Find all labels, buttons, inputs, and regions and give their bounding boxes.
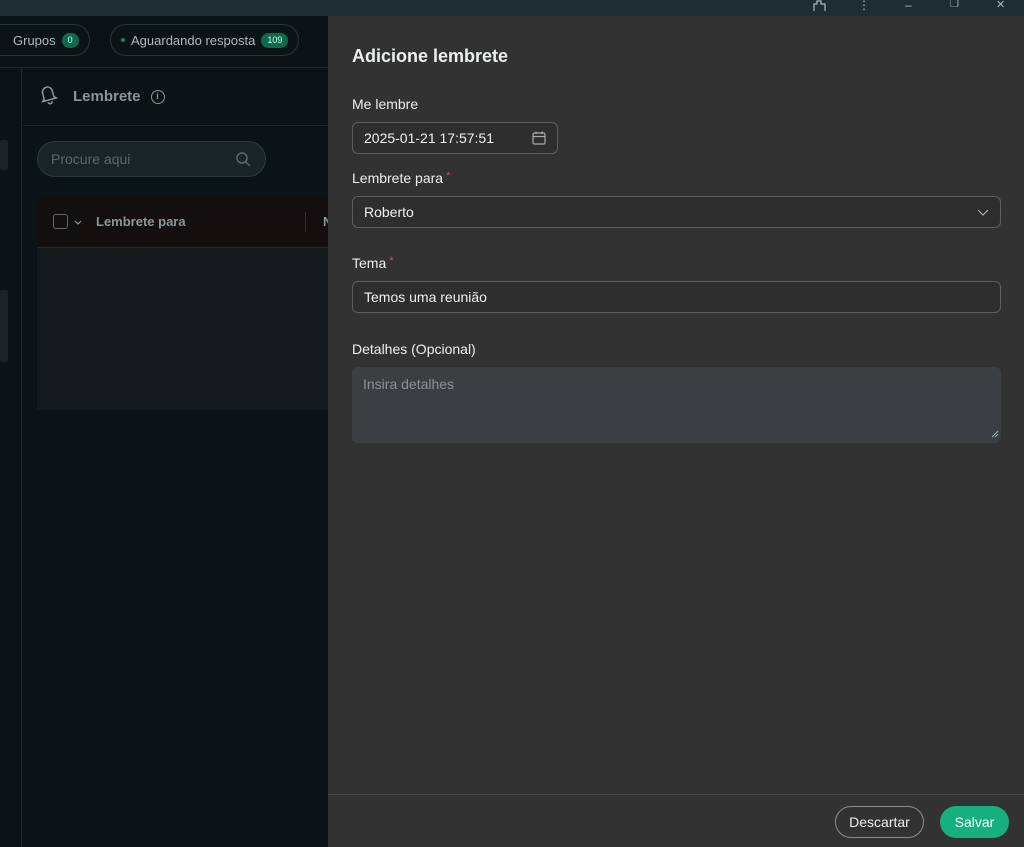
required-mark: *	[446, 170, 451, 182]
chip-groups-count: 0	[61, 32, 79, 48]
topic-label: Tema *	[352, 255, 394, 271]
drawer-title: Adicione lembrete	[352, 46, 509, 66]
remind-me-date-picker[interactable]: 2025-01-21 17:57:51	[352, 122, 558, 154]
chip-groups-label: Grupos	[13, 32, 56, 48]
chevron-down-icon[interactable]	[976, 205, 990, 222]
background-search-placeholder: Procure aqui	[51, 151, 131, 167]
reminder-panel-header: Lembrete i	[23, 68, 328, 126]
details-label: Detalhes (Opcional)	[352, 341, 476, 357]
resize-handle-icon[interactable]	[991, 425, 999, 441]
bell-icon	[37, 83, 59, 110]
reminder-for-label-text: Lembrete para	[352, 170, 444, 186]
filter-chips-bar: Grupos 0 Aguardando resposta 109	[0, 16, 328, 68]
details-textarea[interactable]: Insira detalhes	[352, 367, 1001, 443]
search-icon	[235, 151, 251, 170]
calendar-icon[interactable]	[532, 131, 546, 148]
topic-label-text: Tema	[352, 255, 387, 271]
more-options-icon[interactable]: ⋮	[858, 0, 870, 16]
required-mark: *	[389, 255, 394, 267]
add-reminder-drawer: Adicione lembrete Me lembre 2025-01-21 1…	[328, 16, 1024, 847]
chip-awaiting-count: 109	[261, 32, 289, 48]
remind-me-label: Me lembre	[352, 96, 419, 112]
details-placeholder: Insira detalhes	[363, 376, 455, 392]
reminder-table-body	[37, 248, 328, 410]
window-titlebar: ⋮ – ❐ ✕	[0, 0, 1024, 16]
chip-awaiting-label: Aguardando resposta	[131, 32, 256, 48]
left-rail	[0, 68, 22, 847]
minimize-icon[interactable]: –	[905, 0, 912, 16]
select-all-checkbox[interactable]	[53, 214, 68, 229]
topic-input[interactable]: Temos uma reunião	[352, 281, 1001, 313]
column-divider	[305, 212, 306, 232]
info-icon[interactable]: i	[150, 89, 165, 104]
drawer-footer: Descartar Salvar	[328, 794, 1024, 847]
reminder-for-select[interactable]: Roberto	[352, 196, 1001, 228]
column-header-reminder-for[interactable]: Lembrete para	[96, 214, 186, 229]
status-dot-icon	[121, 38, 125, 42]
restore-icon[interactable]: ❐	[950, 0, 959, 16]
rail-marker	[0, 140, 8, 170]
topic-value: Temos uma reunião	[364, 289, 487, 305]
extension-icon[interactable]	[812, 0, 828, 16]
chip-awaiting-response[interactable]: Aguardando resposta 109	[110, 24, 300, 56]
chevron-down-icon[interactable]	[74, 214, 82, 229]
reminder-panel-title: Lembrete	[73, 88, 141, 105]
background-app: Grupos 0 Aguardando resposta 109 Lembret…	[0, 16, 328, 847]
reminder-table-header: Lembrete para N	[37, 196, 328, 248]
save-button[interactable]: Salvar	[940, 806, 1009, 838]
rail-marker	[0, 290, 8, 362]
discard-button[interactable]: Descartar	[835, 806, 924, 838]
close-window-icon[interactable]: ✕	[996, 0, 1005, 16]
chip-groups[interactable]: Grupos 0	[0, 24, 90, 56]
reminder-for-label: Lembrete para *	[352, 170, 450, 186]
background-search-input[interactable]: Procure aqui	[37, 141, 266, 177]
remind-me-value: 2025-01-21 17:57:51	[364, 130, 494, 146]
reminder-for-value: Roberto	[364, 204, 414, 220]
